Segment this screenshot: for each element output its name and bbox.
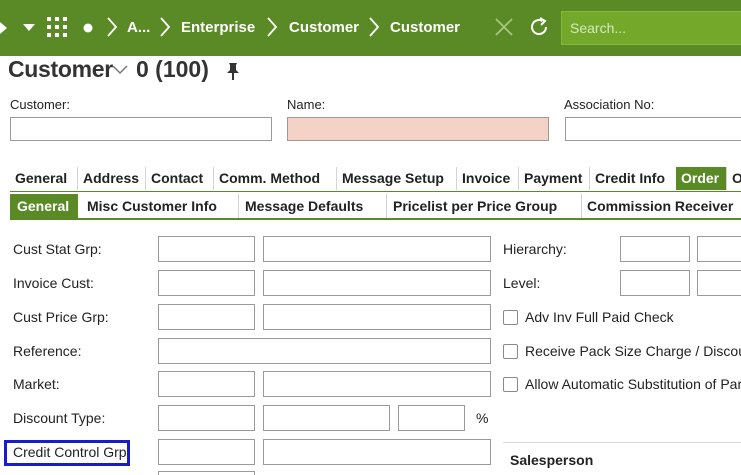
market-input[interactable] xyxy=(158,371,255,397)
breadcrumb-chevron-icon xyxy=(107,17,118,37)
breadcrumb-item-customer[interactable]: Customer xyxy=(289,19,359,36)
hierarchy-description[interactable] xyxy=(697,236,741,262)
reference-input[interactable] xyxy=(158,338,491,364)
name-label: Name: xyxy=(287,97,326,112)
breadcrumb-chevron-icon xyxy=(160,17,171,37)
tab-general[interactable]: General xyxy=(10,167,77,190)
credit-control-grp-label: Credit Control Grp xyxy=(13,444,127,460)
association-no-input[interactable] xyxy=(565,117,741,141)
tab-address[interactable]: Address xyxy=(77,167,145,190)
tab-overflow[interactable]: O xyxy=(726,167,741,190)
record-count: 0 (100) xyxy=(136,56,209,82)
credit-control-grp-input[interactable] xyxy=(158,439,255,465)
discount-type-label: Discount Type: xyxy=(13,410,106,426)
name-input[interactable] xyxy=(287,117,549,141)
allow-automatic-substitution-checkbox[interactable] xyxy=(503,377,518,392)
allow-automatic-substitution-label: Allow Automatic Substitution of Part xyxy=(525,376,741,392)
home-dot-icon[interactable] xyxy=(83,23,93,33)
nav-back-arrow-icon[interactable] xyxy=(0,20,8,36)
subtab-pricelist-per-price-group[interactable]: Pricelist per Price Group xyxy=(386,194,581,218)
credit-control-grp-description[interactable] xyxy=(263,439,491,465)
breadcrumb-item-1[interactable]: A... xyxy=(127,19,150,36)
search-box[interactable] xyxy=(561,11,741,45)
invoice-cust-label: Invoice Cust: xyxy=(13,275,94,291)
reference-label: Reference: xyxy=(13,343,82,359)
salesperson-section-heading: Salesperson xyxy=(510,452,594,468)
app-grid-icon[interactable] xyxy=(47,17,67,37)
invoice-cust-input[interactable] xyxy=(158,270,255,296)
page-title-text: Customer xyxy=(8,56,113,82)
cust-price-grp-label: Cust Price Grp: xyxy=(13,309,109,325)
level-input[interactable] xyxy=(620,270,690,296)
adv-inv-full-paid-check-label: Adv Inv Full Paid Check xyxy=(525,309,674,325)
customer-label: Customer: xyxy=(10,97,70,112)
cust-stat-grp-label: Cust Stat Grp: xyxy=(13,241,102,257)
pin-icon[interactable] xyxy=(226,62,240,80)
title-chevron-down-icon[interactable] xyxy=(111,64,129,76)
salesperson-divider xyxy=(503,442,741,443)
breadcrumb-item-customer-current[interactable]: Customer xyxy=(390,19,460,36)
cust-price-grp-input[interactable] xyxy=(158,304,255,330)
next-field-input-edge[interactable] xyxy=(158,471,255,475)
discount-type-input[interactable] xyxy=(158,405,255,431)
breadcrumb-item-enterprise[interactable]: Enterprise xyxy=(181,19,255,36)
tab-contact[interactable]: Contact xyxy=(145,167,213,190)
tab-comm-method[interactable]: Comm. Method xyxy=(213,167,336,190)
level-description[interactable] xyxy=(697,270,741,296)
cust-stat-grp-input[interactable] xyxy=(158,236,255,262)
subtab-message-defaults[interactable]: Message Defaults xyxy=(238,194,386,218)
level-label: Level: xyxy=(503,275,541,291)
dropdown-caret-icon[interactable] xyxy=(23,24,35,32)
cust-price-grp-description[interactable] xyxy=(263,304,491,330)
subtab-commission-receiver[interactable]: Commission Receiver xyxy=(581,194,741,218)
subtab-misc-customer-info[interactable]: Misc Customer Info xyxy=(81,194,238,218)
page-title: Customer xyxy=(8,56,113,83)
tab-message-setup[interactable]: Message Setup xyxy=(336,167,456,190)
close-icon[interactable] xyxy=(494,17,514,37)
main-tab-bar: General Address Contact Comm. Method Mes… xyxy=(10,167,741,192)
subtab-general[interactable]: General xyxy=(10,194,78,218)
tab-credit-info[interactable]: Credit Info xyxy=(589,167,676,190)
refresh-icon[interactable] xyxy=(528,16,550,38)
market-description[interactable] xyxy=(263,371,491,397)
cust-stat-grp-description[interactable] xyxy=(263,236,491,262)
adv-inv-full-paid-check-checkbox[interactable] xyxy=(503,310,518,325)
association-no-label: Association No: xyxy=(564,97,655,112)
receive-pack-size-charge-label: Receive Pack Size Charge / Discoun xyxy=(525,343,741,359)
discount-percent-input[interactable] xyxy=(398,405,465,431)
breadcrumb-chevron-icon xyxy=(267,17,278,37)
hierarchy-input[interactable] xyxy=(620,236,690,262)
tab-order[interactable]: Order xyxy=(676,167,726,190)
tab-payment[interactable]: Payment xyxy=(518,167,589,190)
sub-tab-bar: General Misc Customer Info Message Defau… xyxy=(10,194,741,220)
tab-invoice[interactable]: Invoice xyxy=(456,167,518,190)
breadcrumb-chevron-icon xyxy=(369,17,380,37)
top-navigation-bar: A... Enterprise Customer Customer xyxy=(0,0,741,56)
receive-pack-size-charge-checkbox[interactable] xyxy=(503,344,518,359)
market-label: Market: xyxy=(13,376,60,392)
discount-type-description[interactable] xyxy=(263,405,390,431)
hierarchy-label: Hierarchy: xyxy=(503,241,567,257)
invoice-cust-description[interactable] xyxy=(263,270,491,296)
percent-sign: % xyxy=(476,410,489,426)
search-input[interactable] xyxy=(562,12,741,44)
customer-input[interactable] xyxy=(10,117,272,141)
